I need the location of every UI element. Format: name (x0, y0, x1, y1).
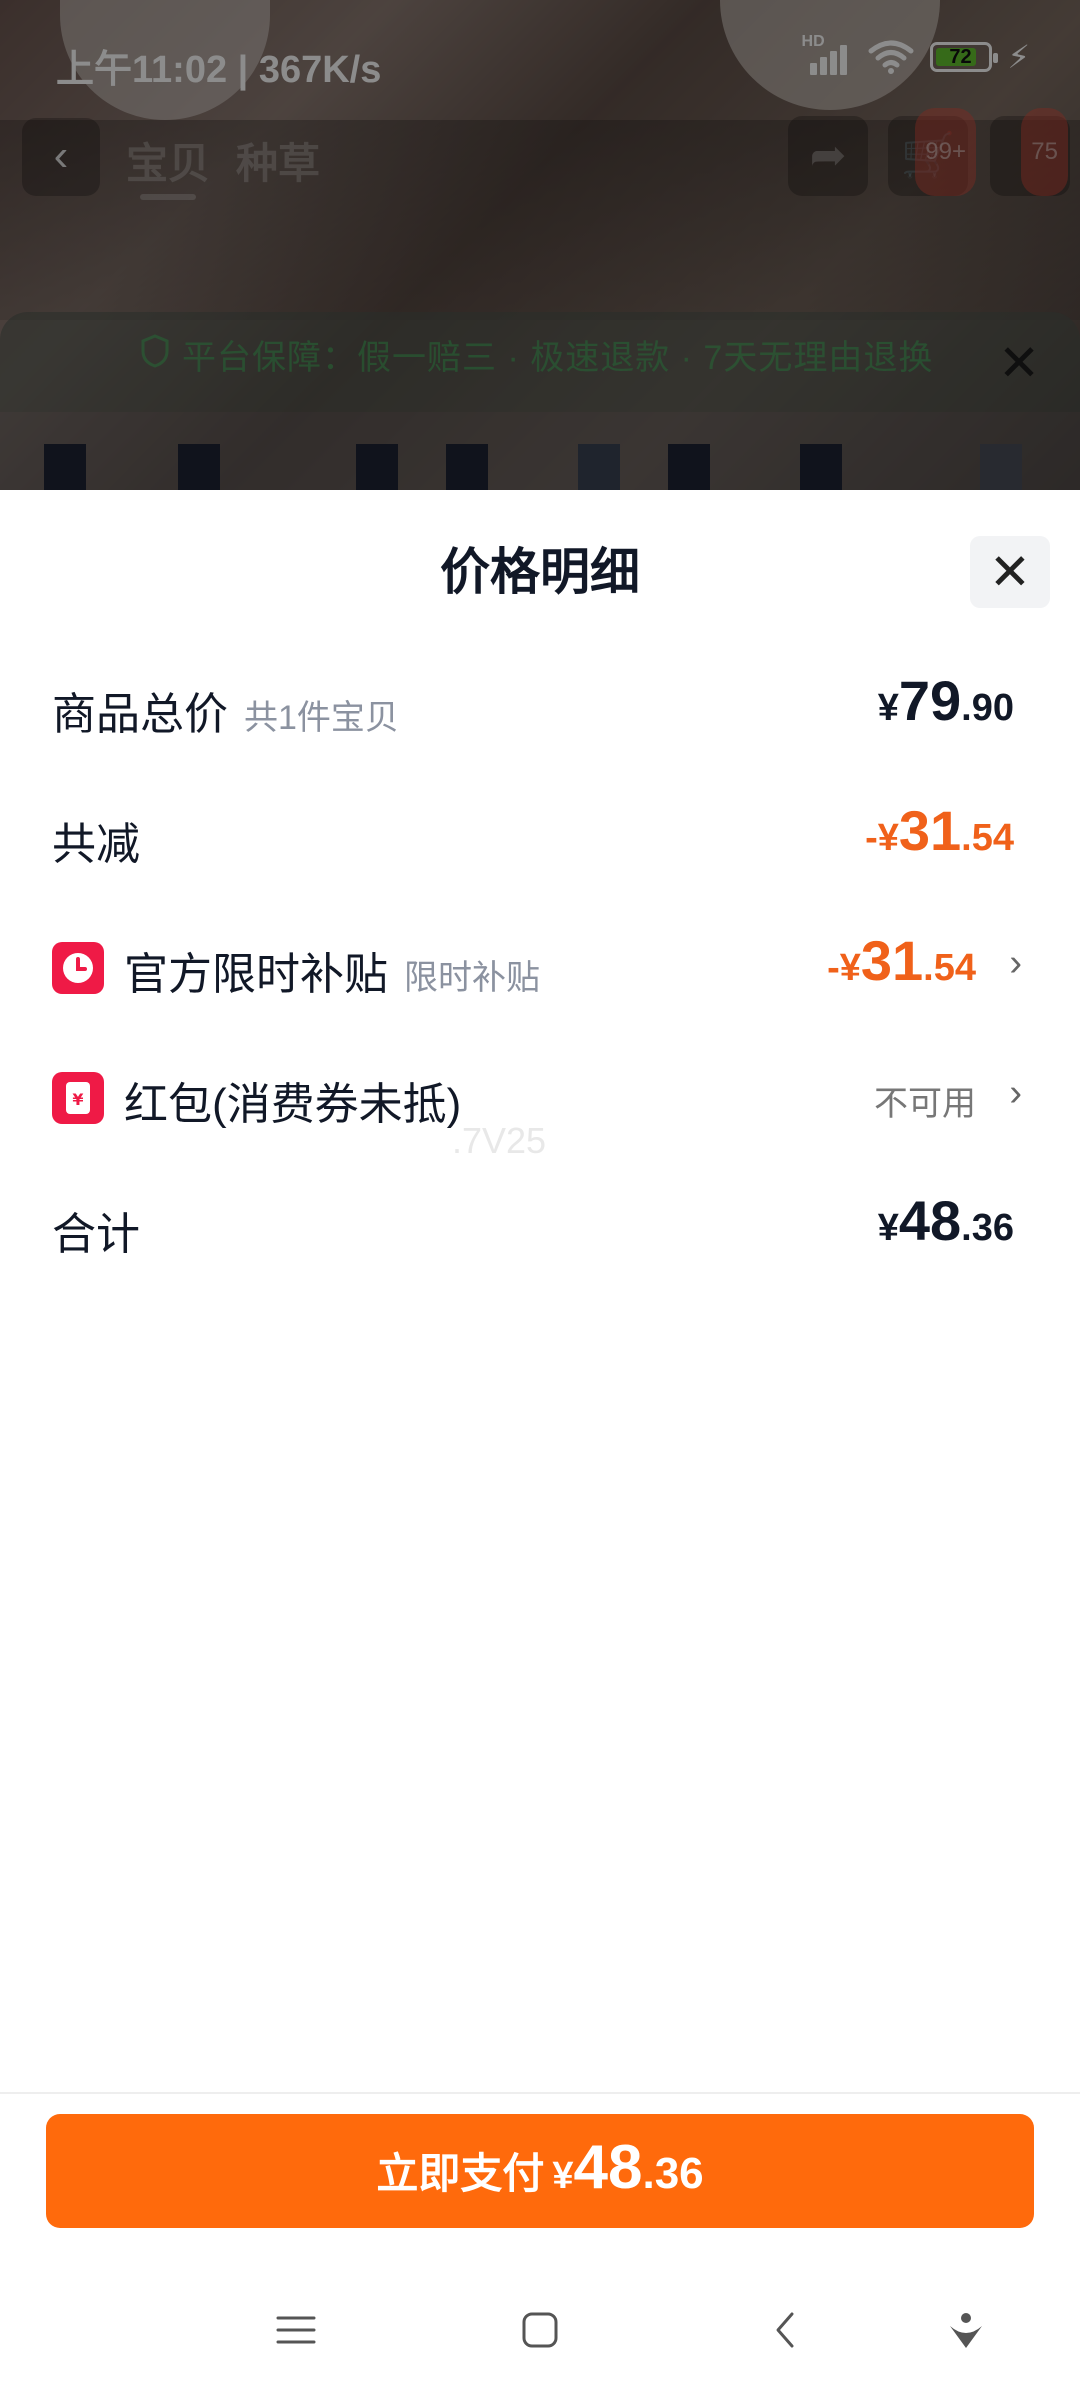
goods-total-label: 商品总价 共1件宝贝 (52, 678, 399, 742)
clock-icon (52, 942, 104, 994)
price-integer: 79 (898, 669, 962, 732)
svg-text:¥: ¥ (72, 1090, 83, 1109)
sum-label: 合计 (52, 1210, 140, 1259)
pay-button-content: 立即支付 ¥48.36 (376, 2132, 703, 2203)
watermark-text: .7V25 (452, 1120, 547, 1161)
total-reduction-label: 共减 (52, 820, 140, 869)
pay-button-label: 立即支付 (376, 2150, 545, 2197)
subsidy-tag: 限时补贴 (404, 959, 540, 997)
close-button[interactable]: ✕ (970, 536, 1050, 608)
sum-price: ¥48.36 (878, 1188, 1014, 1253)
red-packet-label: 红包(消费券未抵) (124, 1080, 462, 1129)
currency-symbol: -¥ (827, 947, 861, 989)
price-integer: 48 (898, 1189, 962, 1252)
currency-symbol: ¥ (552, 2155, 574, 2197)
home-icon[interactable] (520, 2310, 560, 2350)
total-reduction-price: -¥31.54 (865, 798, 1014, 863)
currency-symbol: -¥ (865, 817, 899, 859)
red-packet-status: 不可用 (874, 1085, 976, 1123)
red-packet-icon: ¥ (52, 1072, 104, 1124)
system-navigation-bar (0, 2270, 1080, 2400)
price-decimal: .90 (961, 687, 1014, 729)
currency-symbol: ¥ (877, 1207, 899, 1249)
assistant-icon[interactable] (946, 2310, 986, 2350)
currency-symbol: ¥ (877, 687, 899, 729)
official-subsidy-label-text: 官方限时补贴 (124, 950, 388, 999)
price-detail-sheet: 价格明细 ✕ 商品总价 共1件宝贝 ¥79.90 共减 -¥31.54 官方限时补… (0, 490, 1080, 2270)
modal-overlay[interactable] (0, 0, 1080, 490)
price-decimal: .36 (961, 1207, 1014, 1249)
official-subsidy-row[interactable]: 官方限时补贴 限时补贴 -¥31.54 › (52, 920, 1028, 1010)
official-subsidy-label: 官方限时补贴 限时补贴 (124, 938, 540, 1002)
total-reduction-row: 共减 -¥31.54 (52, 790, 1028, 880)
goods-total-label-text: 商品总价 (52, 690, 228, 739)
sum-row: 合计 ¥48.36 (52, 1180, 1028, 1270)
menu-icon[interactable] (276, 2310, 316, 2350)
price-integer: 31 (898, 799, 962, 862)
nav-back-icon[interactable] (766, 2310, 806, 2350)
chevron-right-icon: › (1009, 1072, 1022, 1114)
price-decimal: .36 (642, 2149, 704, 2198)
official-subsidy-price: -¥31.54 (827, 928, 976, 993)
close-icon: ✕ (989, 544, 1031, 600)
price-decimal: .54 (923, 947, 976, 989)
goods-total-price: ¥79.90 (878, 668, 1014, 733)
checkout-footer: 立即支付 ¥48.36 (0, 2092, 1080, 2272)
price-decimal: .54 (961, 817, 1014, 859)
pay-now-button[interactable]: 立即支付 ¥48.36 (46, 2114, 1034, 2228)
sheet-title: 价格明细 (440, 544, 640, 600)
goods-total-row: 商品总价 共1件宝贝 ¥79.90 (52, 660, 1028, 750)
price-integer: 48 (573, 2133, 643, 2202)
chevron-right-icon: › (1009, 942, 1022, 984)
item-count: 共1件宝贝 (244, 699, 399, 737)
price-integer: 31 (860, 929, 924, 992)
